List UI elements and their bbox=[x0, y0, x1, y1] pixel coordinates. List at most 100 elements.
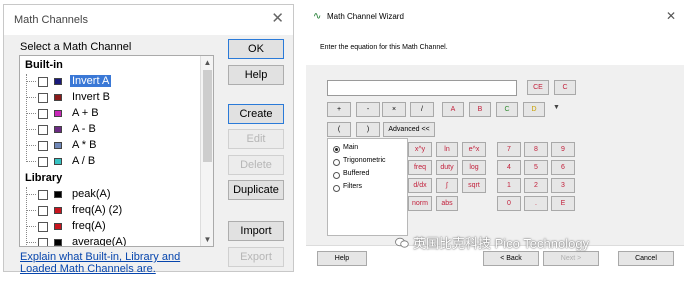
derivative-button[interactable]: d/dx bbox=[408, 178, 432, 193]
import-button[interactable]: Import bbox=[228, 221, 284, 241]
channel-checkbox[interactable] bbox=[38, 206, 48, 216]
help-link[interactable]: Explain what Built-in, Library and Loade… bbox=[20, 251, 210, 275]
sqrt-button[interactable]: sqrt bbox=[462, 178, 486, 193]
channel-item-peak-a[interactable]: peak(A) bbox=[20, 187, 198, 203]
edit-button[interactable]: Edit bbox=[228, 129, 284, 149]
color-swatch bbox=[54, 158, 62, 165]
close-paren-button[interactable]: ) bbox=[356, 122, 380, 137]
digit-5-button[interactable]: 5 bbox=[524, 160, 548, 175]
close-icon[interactable]: ✕ bbox=[271, 11, 284, 27]
radio-filters[interactable]: Filters bbox=[333, 183, 409, 195]
title-bar: Math Channels ✕ bbox=[4, 5, 293, 35]
channel-checkbox[interactable] bbox=[38, 238, 48, 246]
duty-button[interactable]: duty bbox=[436, 160, 458, 175]
advanced-button[interactable]: Advanced << bbox=[383, 122, 435, 137]
channel-item-a-div-b[interactable]: A / B bbox=[20, 154, 198, 170]
abs-button[interactable]: abs bbox=[436, 196, 458, 211]
divide-button[interactable]: / bbox=[410, 102, 434, 117]
ok-button[interactable]: OK bbox=[228, 39, 284, 59]
color-swatch bbox=[54, 191, 62, 198]
watermark-text: 英国比克科技 Pico Technology bbox=[413, 236, 590, 251]
channel-checkbox[interactable] bbox=[38, 222, 48, 232]
channel-b-button[interactable]: B bbox=[469, 102, 491, 117]
channel-checkbox[interactable] bbox=[38, 125, 48, 135]
channel-item-a-times-b[interactable]: A * B bbox=[20, 138, 198, 154]
channel-label: peak(A) bbox=[72, 188, 111, 200]
scroll-up-icon[interactable]: ▲ bbox=[201, 56, 213, 69]
equation-panel: CE C + - × / A B C D ▼ ( ) Advanced << M… bbox=[306, 65, 684, 245]
instruction-text: Enter the equation for this Math Channel… bbox=[320, 44, 448, 51]
tree-scrollbar[interactable]: ▲ ▼ bbox=[200, 56, 213, 246]
export-button[interactable]: Export bbox=[228, 247, 284, 267]
integral-button[interactable]: ∫ bbox=[436, 178, 458, 193]
help-button[interactable]: Help bbox=[317, 251, 367, 266]
channel-item-average-a[interactable]: average(A) bbox=[20, 235, 198, 246]
radio-main[interactable]: Main bbox=[333, 144, 409, 156]
channel-checkbox[interactable] bbox=[38, 157, 48, 167]
cancel-button[interactable]: Cancel bbox=[618, 251, 674, 266]
digit-9-button[interactable]: 9 bbox=[551, 142, 575, 157]
radio-trigonometric[interactable]: Trigonometric bbox=[333, 157, 409, 169]
color-swatch bbox=[54, 223, 62, 230]
equation-input[interactable] bbox=[327, 80, 517, 96]
channel-item-freq-a-2[interactable]: freq(A) (2) bbox=[20, 203, 198, 219]
digit-3-button[interactable]: 3 bbox=[551, 178, 575, 193]
back-button[interactable]: < Back bbox=[483, 251, 539, 266]
channel-label: freq(A) bbox=[72, 220, 106, 232]
scroll-down-icon[interactable]: ▼ bbox=[201, 233, 213, 246]
channel-d-button[interactable]: D bbox=[523, 102, 545, 117]
duplicate-button[interactable]: Duplicate bbox=[228, 180, 284, 200]
next-button[interactable]: Next > bbox=[543, 251, 599, 266]
c-button[interactable]: C bbox=[554, 80, 576, 95]
minus-button[interactable]: - bbox=[356, 102, 380, 117]
radio-buffered[interactable]: Buffered bbox=[333, 170, 409, 182]
math-channel-wizard: ∿ Math Channel Wizard ✕ Enter the equati… bbox=[306, 4, 684, 275]
channel-item-a-minus-b[interactable]: A - B bbox=[20, 122, 198, 138]
function-category-list: Main Trigonometric Buffered Filters bbox=[327, 138, 408, 236]
help-button[interactable]: Help bbox=[228, 65, 284, 85]
digit-8-button[interactable]: 8 bbox=[524, 142, 548, 157]
more-channels-dropdown-icon[interactable]: ▼ bbox=[553, 104, 560, 111]
multiply-button[interactable]: × bbox=[382, 102, 406, 117]
power-button[interactable]: x^y bbox=[408, 142, 432, 157]
decimal-point-button[interactable]: . bbox=[524, 196, 548, 211]
color-swatch bbox=[54, 110, 62, 117]
digit-7-button[interactable]: 7 bbox=[497, 142, 521, 157]
channel-checkbox[interactable] bbox=[38, 77, 48, 87]
digit-2-button[interactable]: 2 bbox=[524, 178, 548, 193]
group-builtin-label: Built-in bbox=[25, 59, 63, 71]
exp-button[interactable]: e^x bbox=[462, 142, 486, 157]
scrollbar-thumb[interactable] bbox=[203, 70, 212, 162]
channel-checkbox[interactable] bbox=[38, 109, 48, 119]
color-swatch bbox=[54, 94, 62, 101]
digit-6-button[interactable]: 6 bbox=[551, 160, 575, 175]
freq-button[interactable]: freq bbox=[408, 160, 432, 175]
create-button[interactable]: Create bbox=[228, 104, 284, 124]
delete-button[interactable]: Delete bbox=[228, 155, 284, 175]
plus-button[interactable]: + bbox=[327, 102, 351, 117]
norm-button[interactable]: norm bbox=[408, 196, 432, 211]
channel-checkbox[interactable] bbox=[38, 190, 48, 200]
log-button[interactable]: log bbox=[462, 160, 486, 175]
ce-button[interactable]: CE bbox=[527, 80, 549, 95]
channel-checkbox[interactable] bbox=[38, 93, 48, 103]
digit-0-button[interactable]: 0 bbox=[497, 196, 521, 211]
open-paren-button[interactable]: ( bbox=[327, 122, 351, 137]
channel-item-invert-b[interactable]: Invert B bbox=[20, 90, 198, 106]
close-icon[interactable]: ✕ bbox=[666, 9, 676, 23]
channel-item-freq-a[interactable]: freq(A) bbox=[20, 219, 198, 235]
digit-4-button[interactable]: 4 bbox=[497, 160, 521, 175]
channel-a-button[interactable]: A bbox=[442, 102, 464, 117]
channel-item-invert-a[interactable]: Invert A bbox=[20, 74, 198, 90]
color-swatch bbox=[54, 239, 62, 246]
channel-c-button[interactable]: C bbox=[496, 102, 518, 117]
channel-label: Invert B bbox=[72, 91, 110, 103]
color-swatch bbox=[54, 126, 62, 133]
digit-1-button[interactable]: 1 bbox=[497, 178, 521, 193]
channel-label: freq(A) (2) bbox=[72, 204, 123, 216]
channel-checkbox[interactable] bbox=[38, 141, 48, 151]
channel-item-a-plus-b[interactable]: A + B bbox=[20, 106, 198, 122]
ln-button[interactable]: ln bbox=[436, 142, 458, 157]
exponent-button[interactable]: E bbox=[551, 196, 575, 211]
color-swatch bbox=[54, 78, 62, 85]
